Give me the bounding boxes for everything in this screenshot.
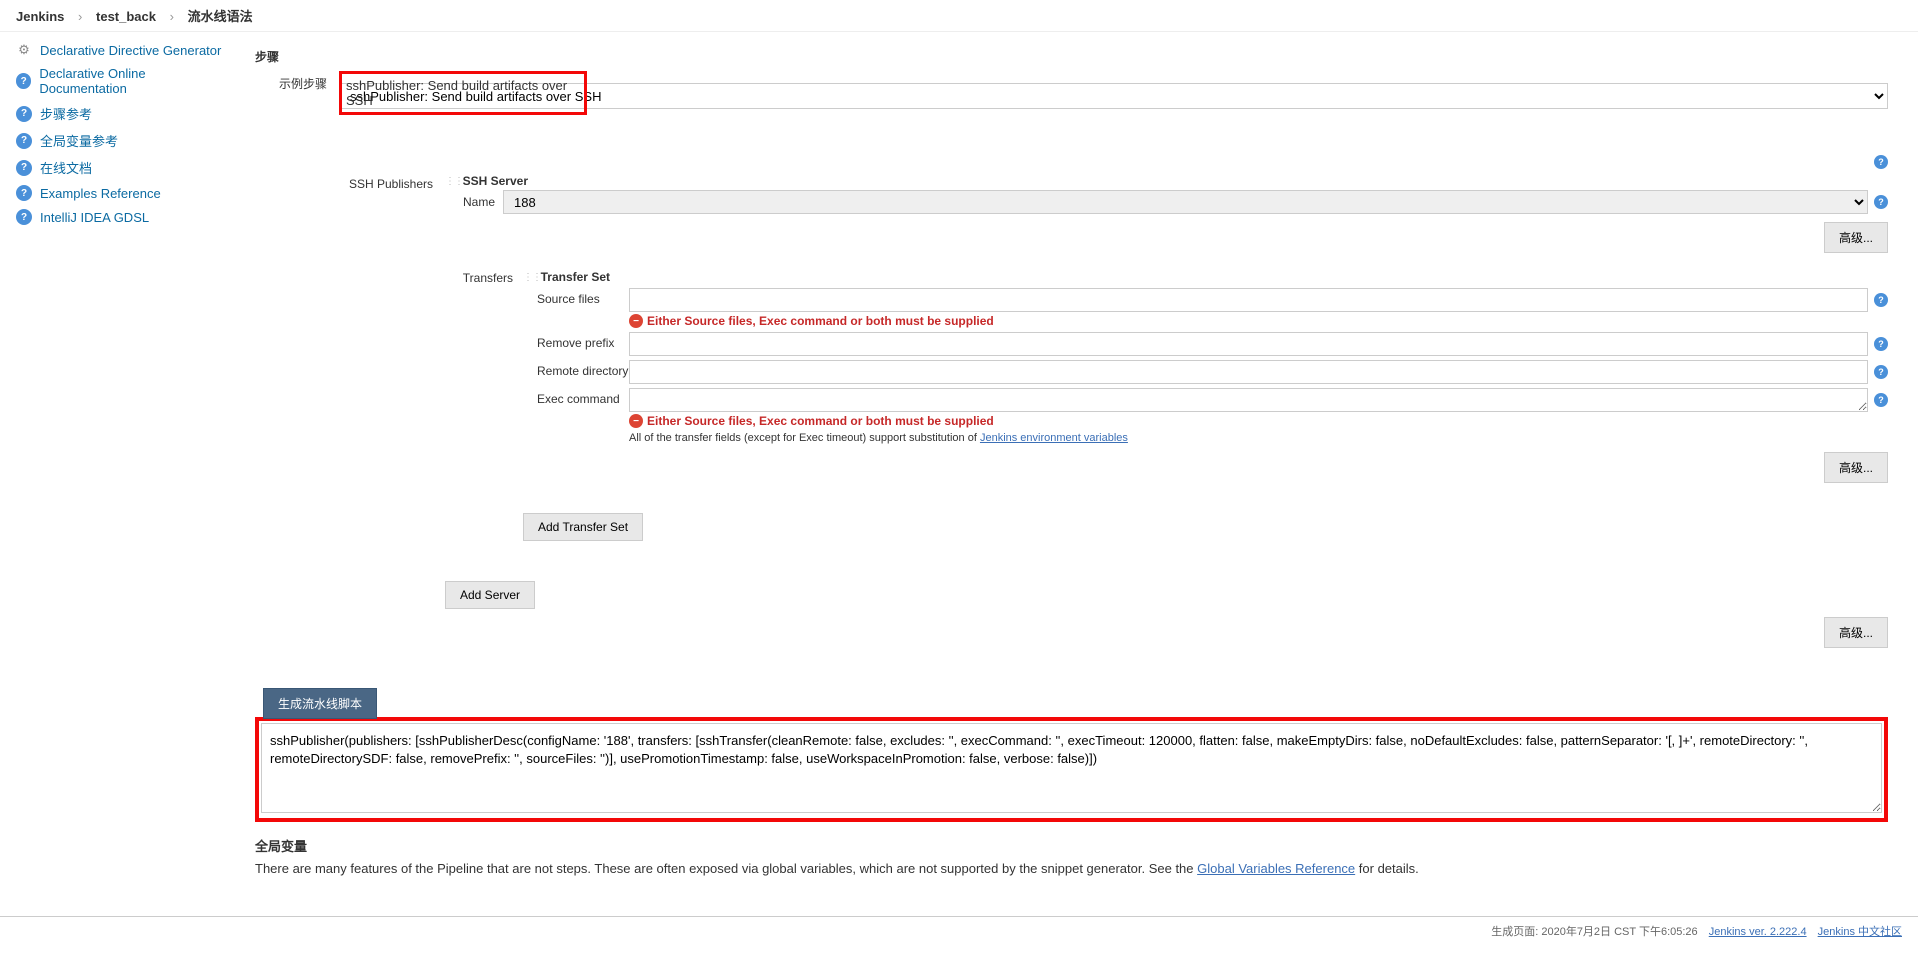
add-server-button[interactable]: Add Server: [445, 581, 535, 609]
source-files-input[interactable]: [629, 288, 1868, 312]
advanced-button[interactable]: 高级...: [1824, 617, 1888, 648]
breadcrumb-jenkins[interactable]: Jenkins: [16, 9, 64, 24]
breadcrumb-page[interactable]: 流水线语法: [188, 9, 253, 24]
sidebar-item-label: Declarative Online Documentation: [39, 66, 229, 96]
jenkins-community-link[interactable]: Jenkins 中文社区: [1818, 926, 1902, 938]
help-icon[interactable]: ?: [1874, 195, 1888, 209]
drag-handle-icon[interactable]: ⋮⋮: [523, 272, 535, 283]
help-icon[interactable]: ?: [1874, 293, 1888, 307]
step-select-value-highlight: sshPublisher: Send build artifacts over …: [346, 78, 580, 108]
advanced-button[interactable]: 高级...: [1824, 452, 1888, 483]
sidebar-item-examples[interactable]: ? Examples Reference: [0, 181, 245, 205]
source-files-label: Source files: [537, 288, 629, 306]
section-steps: 步骤: [255, 48, 1888, 65]
help-icon[interactable]: ?: [1874, 155, 1888, 169]
transfers-label: Transfers: [459, 269, 523, 541]
sidebar-item-label: 全局变量参考: [40, 131, 118, 150]
help-icon[interactable]: ?: [1874, 337, 1888, 351]
generate-script-button[interactable]: 生成流水线脚本: [263, 688, 377, 719]
help-icon: ?: [16, 73, 31, 89]
remote-directory-input[interactable]: [629, 360, 1868, 384]
footer-timestamp: 生成页面: 2020年7月2日 CST 下午6:05:26: [1491, 926, 1697, 938]
help-icon: ?: [16, 185, 32, 201]
advanced-button[interactable]: 高级...: [1824, 222, 1888, 253]
jenkins-version-link[interactable]: Jenkins ver. 2.222.4: [1709, 926, 1807, 938]
globals-text: There are many features of the Pipeline …: [255, 861, 1197, 876]
ssh-name-select[interactable]: 188: [503, 190, 1868, 214]
error-icon: −: [629, 314, 643, 328]
drag-handle-icon[interactable]: ⋮⋮: [445, 176, 457, 187]
sidebar-item-label: 步骤参考: [40, 104, 92, 123]
generated-script-textarea[interactable]: [261, 723, 1882, 813]
sidebar-item-label: IntelliJ IDEA GDSL: [40, 210, 149, 225]
error-text: Either Source files, Exec command or bot…: [647, 314, 994, 328]
sidebar-item-ddg[interactable]: ⚙ Declarative Directive Generator: [0, 38, 245, 62]
help-icon[interactable]: ?: [1874, 393, 1888, 407]
sidebar-item-gdsl[interactable]: ? IntelliJ IDEA GDSL: [0, 205, 245, 229]
error-icon: −: [629, 414, 643, 428]
sidebar-item-label: Declarative Directive Generator: [40, 43, 221, 58]
help-icon: ?: [16, 160, 32, 176]
help-icon: ?: [16, 209, 32, 225]
chevron-right-icon: ›: [170, 9, 174, 24]
name-label: Name: [459, 195, 503, 209]
error-text: Either Source files, Exec command or bot…: [647, 414, 994, 428]
help-icon: ?: [16, 133, 32, 149]
transfer-set-title: Transfer Set: [541, 270, 610, 284]
remove-prefix-label: Remove prefix: [537, 332, 629, 350]
globals-text-suffix: for details.: [1359, 861, 1419, 876]
gear-icon: ⚙: [16, 42, 32, 58]
exec-command-label: Exec command: [537, 388, 629, 406]
sidebar: ⚙ Declarative Directive Generator ? Decl…: [0, 32, 245, 916]
sidebar-item-stepsref[interactable]: ? 步骤参考: [0, 100, 245, 127]
footer: 生成页面: 2020年7月2日 CST 下午6:05:26 Jenkins ve…: [0, 916, 1918, 945]
ssh-server-title: SSH Server: [463, 172, 528, 190]
exec-command-input[interactable]: [629, 388, 1868, 412]
globals-header: 全局变量: [255, 836, 1888, 855]
env-vars-link[interactable]: Jenkins environment variables: [980, 432, 1128, 444]
global-vars-reference-link[interactable]: Global Variables Reference: [1197, 861, 1355, 876]
sidebar-item-label: 在线文档: [40, 158, 92, 177]
sidebar-item-dod[interactable]: ? Declarative Online Documentation: [0, 62, 245, 100]
breadcrumb-project[interactable]: test_back: [96, 9, 156, 24]
help-icon: ?: [16, 106, 32, 122]
remove-prefix-input[interactable]: [629, 332, 1868, 356]
sidebar-item-docs[interactable]: ? 在线文档: [0, 154, 245, 181]
breadcrumb: Jenkins › test_back › 流水线语法: [0, 0, 1918, 32]
sidebar-item-label: Examples Reference: [40, 186, 161, 201]
example-step-label: 示例步骤: [255, 71, 339, 92]
note-text: All of the transfer fields (except for E…: [629, 432, 980, 444]
remote-dir-label: Remote directory: [537, 360, 629, 378]
help-icon[interactable]: ?: [1874, 365, 1888, 379]
chevron-right-icon: ›: [78, 9, 82, 24]
ssh-publishers-label: SSH Publishers: [315, 173, 445, 191]
main-content: 步骤 示例步骤 sshPublisher: Send build artifac…: [245, 32, 1918, 916]
add-transfer-set-button[interactable]: Add Transfer Set: [523, 513, 643, 541]
sidebar-item-globals[interactable]: ? 全局变量参考: [0, 127, 245, 154]
